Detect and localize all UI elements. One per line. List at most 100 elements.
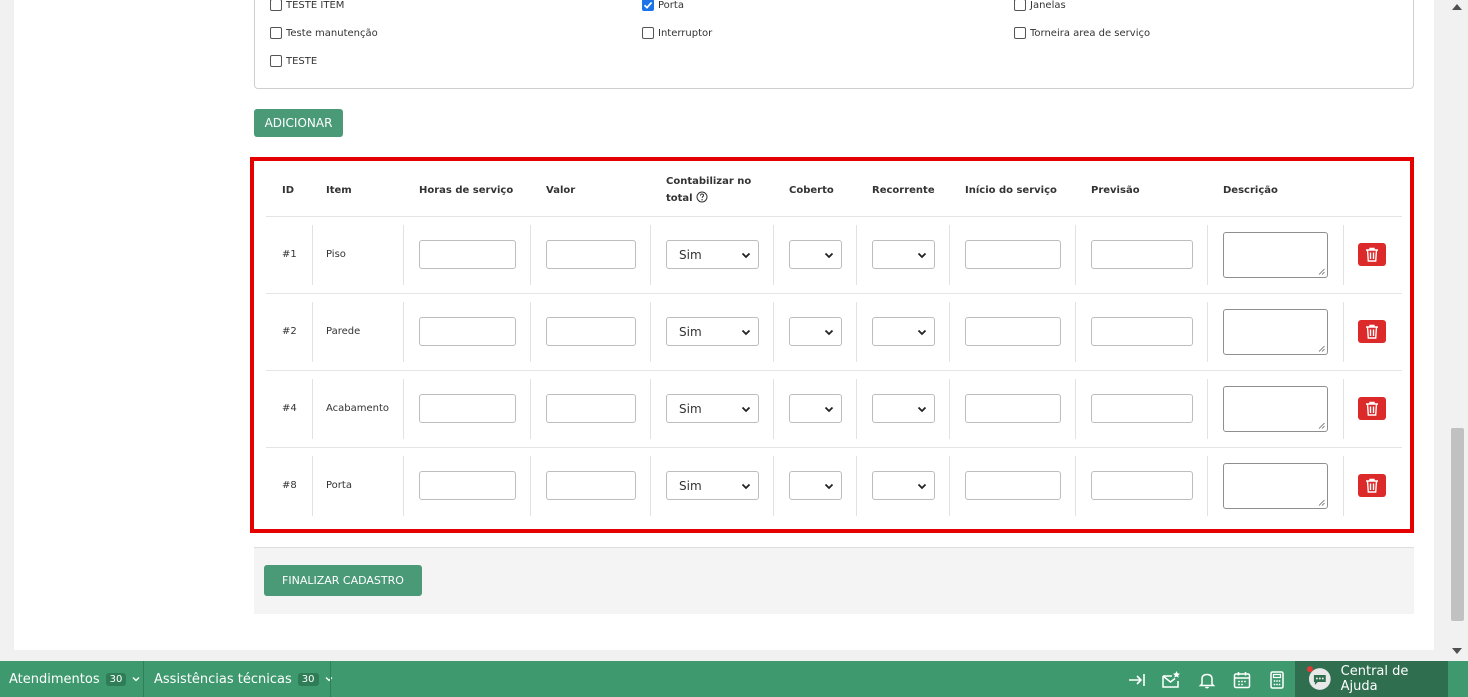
check-icon [643,1,653,9]
column-divider [1343,302,1344,362]
value-input[interactable] [546,394,636,423]
column-divider [773,302,774,362]
checkbox-torneira[interactable]: Torneira area de serviço [1014,27,1150,39]
column-divider [403,225,404,285]
column-divider [650,456,651,516]
column-divider [403,379,404,439]
hours-input[interactable] [419,471,516,500]
row-id: #4 [282,403,297,414]
count-total-select[interactable]: Sim [666,394,759,423]
atendimentos-label: Atendimentos [9,671,100,687]
start-date-input[interactable] [965,240,1061,269]
form-footer [254,547,1414,614]
checkbox-box[interactable] [1014,0,1026,11]
column-divider [1343,379,1344,439]
description-textarea[interactable] [1223,232,1328,278]
scroll-up-arrow[interactable] [1452,4,1462,10]
covered-select[interactable] [789,240,842,269]
covered-select[interactable] [789,394,842,423]
bar-divider [330,661,331,697]
column-divider [530,456,531,516]
scroll-down-arrow[interactable] [1452,648,1462,654]
bell-icon[interactable] [1197,670,1217,690]
delete-row-button[interactable] [1358,397,1386,420]
value-input[interactable] [546,317,636,346]
arrow-right-to-bar-icon[interactable] [1127,670,1147,690]
assistencias-menu[interactable]: Assistências técnicas 30 [154,661,334,697]
add-button[interactable]: ADICIONAR [254,109,343,137]
header-description: Descrição [1223,185,1278,196]
start-date-input[interactable] [965,394,1061,423]
scrollbar-thumb[interactable] [1451,428,1464,621]
checkbox-box-checked[interactable] [642,0,654,11]
covered-select[interactable] [789,471,842,500]
forecast-input[interactable] [1091,394,1193,423]
count-total-select[interactable]: Sim [666,240,759,269]
description-textarea[interactable] [1223,309,1328,355]
delete-row-button[interactable] [1358,474,1386,497]
calculator-icon[interactable] [1267,670,1287,690]
row-divider [266,447,1402,448]
column-divider [650,225,651,285]
resize-grip-icon[interactable] [1318,422,1325,429]
checkbox-box[interactable] [270,0,282,11]
forecast-input[interactable] [1091,317,1193,346]
start-date-input[interactable] [965,317,1061,346]
column-divider [1075,379,1076,439]
recurring-select[interactable] [872,394,935,423]
forecast-input[interactable] [1091,240,1193,269]
hours-input[interactable] [419,317,516,346]
checkbox-box[interactable] [270,27,282,39]
delete-row-button[interactable] [1358,243,1386,266]
delete-row-button[interactable] [1358,320,1386,343]
column-divider [773,456,774,516]
mail-star-icon[interactable] [1161,670,1181,690]
recurring-select[interactable] [872,317,935,346]
assistencias-count-badge: 30 [297,672,319,686]
trash-icon [1366,247,1378,262]
chat-bubble-icon [1307,666,1331,690]
recurring-select[interactable] [872,471,935,500]
recurring-select[interactable] [872,240,935,269]
checkbox-porta[interactable]: Porta [642,0,684,11]
checkbox-label: Interruptor [658,27,713,39]
checkbox-teste-manutencao[interactable]: Teste manutenção [270,27,378,39]
finish-registration-button[interactable]: FINALIZAR CADASTRO [264,565,422,596]
checkbox-teste-item[interactable]: TESTE ITEM [270,0,344,11]
checkbox-box[interactable] [1014,27,1026,39]
count-total-select[interactable]: Sim [666,317,759,346]
resize-grip-icon[interactable] [1318,268,1325,275]
checkbox-teste[interactable]: TESTE [270,55,317,67]
covered-select[interactable] [789,317,842,346]
row-divider [266,216,1402,217]
help-center-button[interactable]: Central de Ajuda [1295,661,1448,697]
column-divider [1207,225,1208,285]
hours-input[interactable] [419,240,516,269]
start-date-input[interactable] [965,471,1061,500]
forecast-input[interactable] [1091,471,1193,500]
count-total-select[interactable]: Sim [666,471,759,500]
calendar-icon[interactable] [1232,670,1252,690]
column-divider [530,379,531,439]
column-divider [856,225,857,285]
value-input[interactable] [546,471,636,500]
checkbox-box[interactable] [642,27,654,39]
checkbox-box[interactable] [270,55,282,67]
atendimentos-menu[interactable]: Atendimentos 30 [9,661,141,697]
column-divider [856,379,857,439]
value-input[interactable] [546,240,636,269]
resize-grip-icon[interactable] [1318,345,1325,352]
chevron-down-icon [917,406,927,413]
hours-input[interactable] [419,394,516,423]
column-divider [403,302,404,362]
resize-grip-icon[interactable] [1318,499,1325,506]
row-divider [266,370,1402,371]
checkbox-janelas[interactable]: Janelas [1014,0,1066,11]
help-circle-icon[interactable] [696,191,708,203]
checkbox-interruptor[interactable]: Interruptor [642,27,712,39]
header-id: ID [282,185,295,196]
description-textarea[interactable] [1223,463,1328,509]
description-textarea[interactable] [1223,386,1328,432]
row-id: #2 [282,326,297,337]
checkbox-label: Torneira area de serviço [1030,27,1151,39]
